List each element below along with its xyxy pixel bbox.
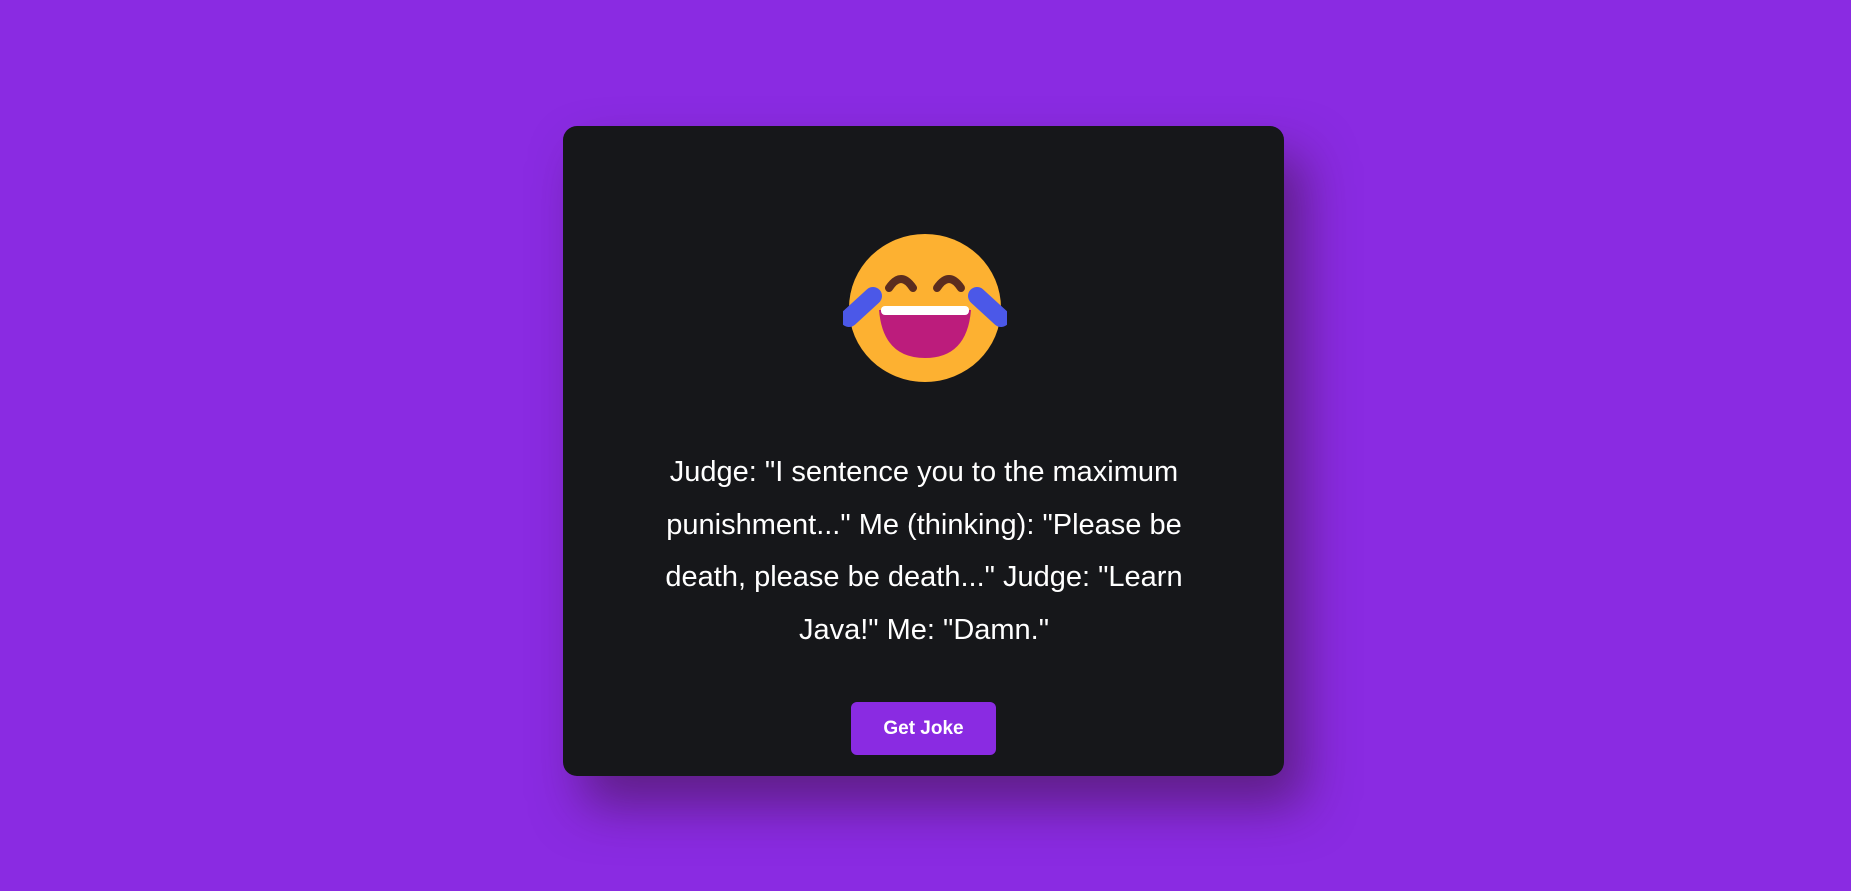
joke-card: Judge: "I sentence you to the maximum pu… (563, 126, 1284, 776)
get-joke-button[interactable]: Get Joke (851, 702, 996, 755)
face-with-tears-of-joy-icon (843, 234, 1007, 382)
joke-text: Judge: "I sentence you to the maximum pu… (665, 456, 1183, 646)
